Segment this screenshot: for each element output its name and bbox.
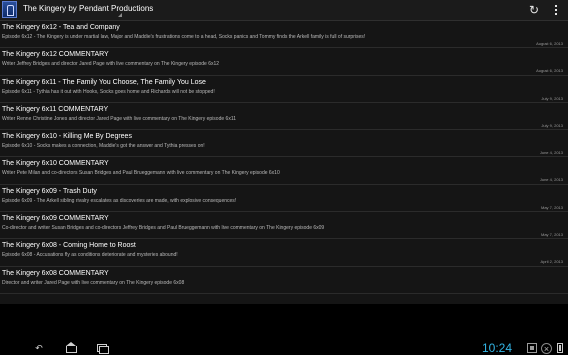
list-item[interactable]: The Kingery 6x12 - Tea and Company Episo… <box>0 21 568 49</box>
episode-date: July 9, 2013 <box>541 122 563 128</box>
episode-date: May 7, 2013 <box>540 232 563 238</box>
list-item[interactable]: The Kingery 6x08 COMMENTARY Director and… <box>0 267 568 294</box>
episode-title: The Kingery 6x10 COMMENTARY <box>2 160 109 168</box>
episode-list[interactable]: The Kingery 6x12 - Tea and Company Episo… <box>0 21 568 304</box>
episode-description: Episode 6x10 - Socks makes a connection,… <box>2 143 205 150</box>
spinner-indicator-icon <box>118 13 122 17</box>
episode-description: Episode 6x11 - Tythia has it out with Ho… <box>2 88 215 95</box>
no-signal-icon: × <box>541 343 552 354</box>
episode-title: The Kingery 6x08 - Coming Home to Roost <box>2 242 136 250</box>
list-item[interactable]: The Kingery 6x09 - Trash Duty Episode 6x… <box>0 185 568 213</box>
action-bar: The Kingery by Pendant Productions ↻ <box>0 0 568 21</box>
recent-apps-icon[interactable] <box>95 343 109 354</box>
episode-date: June 4, 2013 <box>539 177 563 183</box>
list-item[interactable]: The Kingery 6x12 COMMENTARY Writer Jeffr… <box>0 48 568 76</box>
episode-title: The Kingery 6x11 COMMENTARY <box>2 105 109 113</box>
app-logo-icon[interactable] <box>2 1 17 18</box>
episode-title: The Kingery 6x09 - Trash Duty <box>2 187 97 195</box>
episode-title: The Kingery 6x10 - Killing Me By Degrees <box>2 133 132 141</box>
list-item[interactable]: The Kingery 6x09 COMMENTARY Co-director … <box>0 212 568 240</box>
list-item[interactable]: The Kingery 6x10 COMMENTARY Writer Pete … <box>0 157 568 185</box>
episode-title: The Kingery 6x11 - The Family You Choose… <box>2 78 206 86</box>
episode-title: The Kingery 6x12 - Tea and Company <box>2 24 120 31</box>
episode-description: Episode 6x12 - The Kingery is under mart… <box>2 34 366 40</box>
episode-description: Writer Jeffrey Bridges and director Jare… <box>2 61 220 68</box>
episode-date: August 6, 2013 <box>536 41 563 46</box>
episode-date: May 7, 2013 <box>540 204 563 210</box>
episode-description: Writer Pete Milan and co-directors Susan… <box>2 170 280 177</box>
status-clock[interactable]: 10:24 <box>482 341 512 355</box>
episode-title: The Kingery 6x12 COMMENTARY <box>2 51 109 59</box>
episode-date: June 4, 2013 <box>539 150 563 156</box>
overflow-menu-icon[interactable] <box>552 3 560 17</box>
episode-description: Director and writer Jared Page with live… <box>2 279 185 286</box>
episode-date: April 2, 2013 <box>540 259 563 265</box>
list-item[interactable]: The Kingery 6x08 - Coming Home to Roost … <box>0 239 568 267</box>
list-item[interactable]: The Kingery 6x11 - The Family You Choose… <box>0 76 568 103</box>
list-item[interactable]: The Kingery 6x10 - Killing Me By Degrees… <box>0 130 568 158</box>
battery-icon <box>557 343 563 353</box>
episode-date: August 6, 2013 <box>536 68 563 74</box>
episode-description: Co-director and writer Susan Bridges and… <box>2 225 325 232</box>
episode-description: Writer Renne Christine Jones and directo… <box>2 115 237 122</box>
episode-title: The Kingery 6x09 COMMENTARY <box>2 215 109 223</box>
refresh-icon[interactable]: ↻ <box>527 3 541 17</box>
app-title[interactable]: The Kingery by Pendant Productions <box>23 4 153 13</box>
episode-description: Episode 6x08 - Accusations fly as condit… <box>2 252 178 259</box>
system-navigation-bar: ↶ 10:24 × <box>0 341 568 355</box>
home-icon[interactable] <box>64 342 78 353</box>
episode-title: The Kingery 6x08 COMMENTARY <box>2 269 109 277</box>
episode-date: July 9, 2013 <box>541 95 563 101</box>
list-item[interactable]: The Kingery 6x11 COMMENTARY Writer Renne… <box>0 103 568 131</box>
back-icon[interactable]: ↶ <box>32 343 46 353</box>
episode-description: Episode 6x09 - The Arkell sibling rivalr… <box>2 197 237 204</box>
notification-app-icon[interactable] <box>527 343 537 353</box>
